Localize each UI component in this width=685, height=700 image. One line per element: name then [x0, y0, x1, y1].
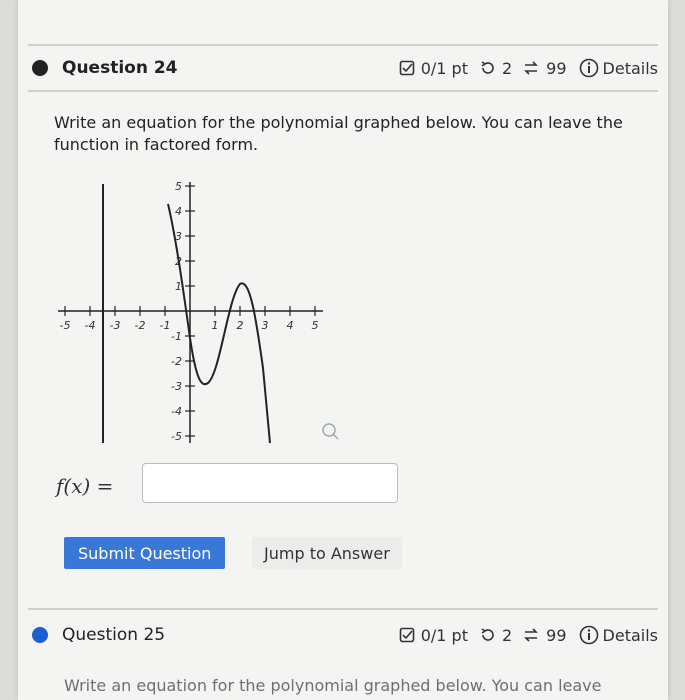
polynomial-curve [102, 184, 271, 444]
score-check-icon [399, 60, 415, 76]
next-question-prompt: Write an equation for the polynomial gra… [64, 676, 602, 695]
question-prompt: Write an equation for the polynomial gra… [54, 113, 623, 154]
attempts-count: 99 [546, 625, 567, 645]
question-status-dot [32, 60, 48, 76]
retry-icon [480, 60, 496, 76]
question-header: Question 24 0/1 pt 2 99 Details [28, 48, 658, 88]
answer-label: f(x) = [56, 474, 114, 498]
y-tick-label: -1 [171, 330, 182, 343]
details-label: Details [602, 58, 658, 78]
question-header-next: Question 25 0/1 pt 2 99 Details [28, 615, 658, 655]
details-label: Details [602, 625, 658, 645]
question-meta: 0/1 pt 2 99 Details [399, 58, 658, 78]
score-check-icon [399, 627, 415, 643]
retries-count: 2 [501, 625, 513, 645]
y-tick-label: 5 [175, 180, 182, 193]
details-link[interactable]: Details [579, 58, 658, 78]
question-status-dot [32, 627, 48, 643]
polynomial-graph: -5 -4 -3 -2 -1 1 2 3 4 5 54321-1-2-3-4-5 [58, 180, 339, 444]
y-tick-label: 4 [175, 205, 182, 218]
question-page: Question 24 0/1 pt 2 99 Details Write an… [18, 0, 668, 700]
y-tick-label: -3 [171, 380, 182, 393]
answer-input[interactable] [142, 463, 398, 503]
submit-question-button[interactable]: Submit Question [64, 537, 226, 569]
x-tick-label: -5 [60, 319, 71, 332]
details-link[interactable]: Details [579, 625, 658, 645]
attempts-icon [522, 60, 540, 76]
x-tick-label: 5 [312, 319, 319, 332]
score-text: 0/1 pt [420, 625, 468, 645]
info-icon [579, 58, 599, 78]
divider [28, 44, 658, 46]
question-title: Question 25 [62, 625, 166, 645]
x-tick-label: 4 [287, 319, 294, 332]
divider [28, 608, 658, 610]
x-tick-label: 3 [262, 319, 269, 332]
info-icon [579, 625, 599, 645]
retry-icon [480, 627, 496, 643]
x-tick-label: -4 [85, 319, 96, 332]
magnify-icon[interactable] [322, 423, 339, 440]
question-meta: 0/1 pt 2 99 Details [399, 625, 658, 645]
y-tick-label: -2 [171, 355, 182, 368]
x-tick-label: -2 [135, 319, 146, 332]
y-tick-label: -4 [171, 405, 182, 418]
y-tick-label: -5 [171, 430, 182, 443]
x-tick-label: -3 [110, 319, 121, 332]
divider [28, 90, 658, 92]
score-text: 0/1 pt [420, 58, 468, 78]
x-tick-label: -1 [160, 319, 171, 332]
attempts-count: 99 [546, 58, 567, 78]
attempts-icon [522, 627, 540, 643]
x-tick-label: 2 [237, 319, 244, 332]
retries-count: 2 [501, 58, 513, 78]
question-title: Question 24 [62, 58, 178, 78]
x-tick-label: 1 [212, 319, 219, 332]
jump-to-answer-button[interactable]: Jump to Answer [252, 537, 402, 569]
